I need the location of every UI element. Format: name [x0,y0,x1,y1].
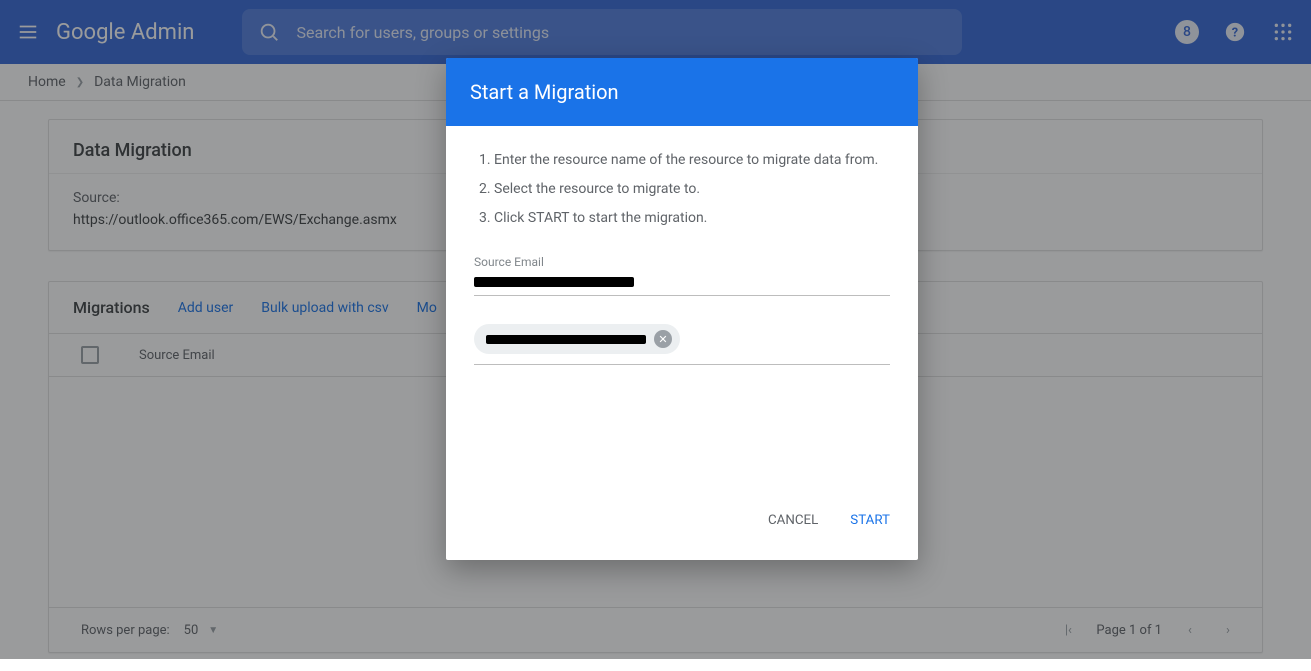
dialog-steps: Enter the resource name of the resource … [474,150,890,229]
dialog-step-2: Select the resource to migrate to. [494,179,890,200]
dialog-step-3: Click START to start the migration. [494,208,890,229]
target-chip[interactable]: ✕ [474,324,680,354]
chip-remove-icon[interactable]: ✕ [654,330,672,348]
source-email-value [474,277,634,287]
start-migration-dialog: Start a Migration Enter the resource nam… [446,58,918,560]
target-field[interactable]: ✕ [474,324,890,365]
dialog-actions: CANCEL START [446,485,918,560]
source-email-field[interactable] [474,271,890,296]
dialog-step-1: Enter the resource name of the resource … [494,150,890,171]
dialog-title: Start a Migration [446,58,918,126]
chip-value [486,335,646,344]
cancel-button[interactable]: CANCEL [764,505,822,536]
start-button[interactable]: START [846,505,894,536]
source-email-label: Source Email [474,255,890,269]
dialog-body: Enter the resource name of the resource … [446,126,918,375]
